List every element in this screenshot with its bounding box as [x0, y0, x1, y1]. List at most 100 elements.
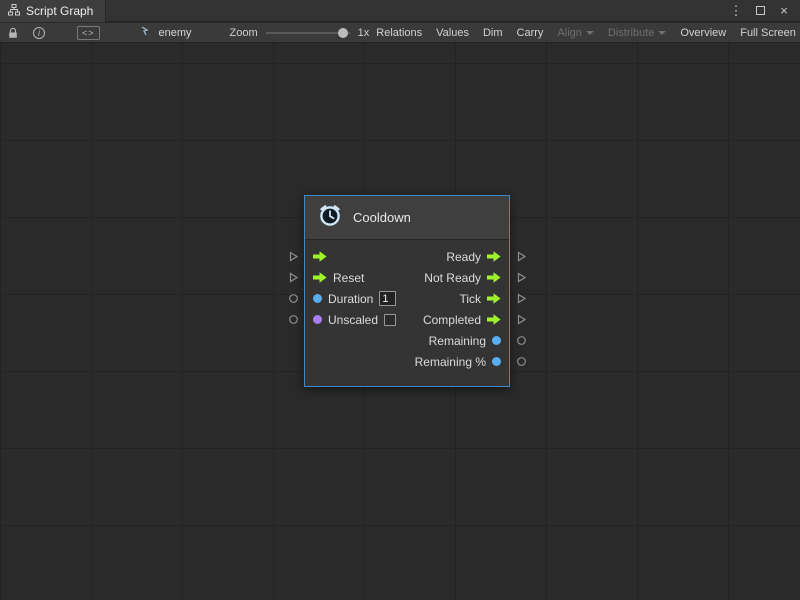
align-button[interactable]: Align	[550, 23, 600, 43]
port-label: Not Ready	[424, 271, 481, 285]
full-screen-button[interactable]: Full Screen	[733, 23, 800, 43]
inspect-source-icon[interactable]: <>	[70, 23, 107, 43]
remaining-output-port[interactable]: Remaining	[429, 334, 509, 348]
port-label: Remaining	[429, 334, 486, 348]
value-port-icon	[313, 294, 322, 303]
node-row: Unscaled Completed	[305, 309, 509, 330]
value-port-icon	[492, 357, 501, 366]
flow-arrow-icon	[313, 251, 327, 262]
node-row: Reset Not Ready	[305, 267, 509, 288]
values-button[interactable]: Values	[429, 23, 476, 43]
flow-arrow-icon	[487, 272, 501, 283]
graph-toolbar: i <> enemy Zoom 1x Relations Values Dim	[0, 23, 800, 43]
node-row: Remaining %	[305, 351, 509, 372]
maximize-icon[interactable]	[752, 3, 768, 19]
node-body: Ready Reset Not Ready	[305, 240, 509, 386]
triangle-port-icon	[516, 314, 527, 325]
flow-arrow-icon	[313, 272, 327, 283]
external-value-port[interactable]	[286, 288, 300, 309]
unscaled-input-port[interactable]: Unscaled	[305, 313, 396, 327]
ready-output-port[interactable]: Ready	[446, 250, 509, 264]
maximize-box-glyph	[756, 6, 765, 15]
external-value-port[interactable]	[514, 351, 528, 372]
node-header[interactable]: Cooldown	[305, 196, 509, 240]
port-label: Unscaled	[328, 313, 378, 327]
dropdown-caret-icon	[658, 31, 666, 35]
reset-input-port[interactable]: Reset	[305, 271, 364, 285]
port-label: Tick	[459, 292, 481, 306]
flow-arrow-icon	[487, 314, 501, 325]
zoom-slider-handle[interactable]	[338, 28, 348, 38]
zoom-control: Zoom 1x	[230, 27, 370, 39]
alarm-clock-icon	[317, 202, 343, 233]
graph-canvas[interactable]: Cooldown Ready Reset	[0, 43, 800, 600]
dropdown-caret-icon	[586, 31, 594, 35]
tab-title: Script Graph	[26, 4, 93, 18]
cooldown-node[interactable]: Cooldown Ready Reset	[304, 195, 510, 387]
circle-port-icon	[516, 356, 527, 367]
info-glyph: i	[33, 27, 45, 39]
carry-button[interactable]: Carry	[510, 23, 551, 43]
external-flow-port[interactable]	[514, 288, 528, 309]
external-flow-port[interactable]	[286, 246, 300, 267]
completed-output-port[interactable]: Completed	[423, 313, 509, 327]
dim-button[interactable]: Dim	[476, 23, 510, 43]
port-label: Reset	[333, 271, 364, 285]
align-label: Align	[557, 27, 581, 39]
close-icon[interactable]: ×	[776, 3, 792, 19]
script-graph-window: Script Graph ⋮ × i <> enemy	[0, 0, 800, 600]
unscaled-checkbox[interactable]	[384, 314, 396, 326]
tab-script-graph[interactable]: Script Graph	[0, 0, 106, 22]
lock-icon[interactable]	[0, 23, 26, 43]
tick-output-port[interactable]: Tick	[459, 292, 509, 306]
overview-button[interactable]: Overview	[673, 23, 733, 43]
external-flow-port[interactable]	[286, 267, 300, 288]
zoom-label: Zoom	[230, 27, 258, 39]
external-input-ports	[286, 246, 300, 330]
remaining-percent-output-port[interactable]: Remaining %	[415, 355, 509, 369]
triangle-port-icon	[516, 251, 527, 262]
value-port-icon	[492, 336, 501, 345]
port-label: Remaining %	[415, 355, 486, 369]
flow-arrow-icon	[487, 251, 501, 262]
distribute-button[interactable]: Distribute	[601, 23, 673, 43]
duration-field[interactable]	[379, 291, 396, 306]
relations-button[interactable]: Relations	[369, 23, 429, 43]
external-flow-port[interactable]	[514, 309, 528, 330]
port-label: Completed	[423, 313, 481, 327]
circle-port-icon	[516, 335, 527, 346]
circle-port-icon	[288, 314, 299, 325]
title-bar: Script Graph ⋮ ×	[0, 0, 800, 22]
toolbar-buttons: Relations Values Dim Carry Align Distrib…	[369, 23, 800, 43]
triangle-port-icon	[288, 251, 299, 262]
window-controls: ⋮ ×	[728, 0, 800, 21]
duration-input-port[interactable]: Duration	[305, 291, 396, 306]
node-row: Duration Tick	[305, 288, 509, 309]
graph-pointer-icon	[141, 26, 154, 40]
external-value-port[interactable]	[514, 330, 528, 351]
external-value-port[interactable]	[286, 309, 300, 330]
port-label: Ready	[446, 250, 481, 264]
node-title: Cooldown	[353, 210, 411, 225]
graph-breadcrumb[interactable]: enemy	[141, 26, 192, 40]
value-port-icon	[313, 315, 322, 324]
flow-input-port[interactable]	[305, 251, 327, 262]
triangle-port-icon	[516, 293, 527, 304]
external-flow-port[interactable]	[514, 246, 528, 267]
distribute-label: Distribute	[608, 27, 654, 39]
port-label: Duration	[328, 292, 373, 306]
graph-name-label: enemy	[159, 27, 192, 39]
flow-arrow-icon	[487, 293, 501, 304]
node-row: Remaining	[305, 330, 509, 351]
node-row: Ready	[305, 246, 509, 267]
window-menu-icon[interactable]: ⋮	[728, 3, 744, 19]
triangle-port-icon	[516, 272, 527, 283]
external-flow-port[interactable]	[514, 267, 528, 288]
triangle-port-icon	[288, 272, 299, 283]
info-icon[interactable]: i	[26, 23, 52, 43]
zoom-slider[interactable]	[266, 27, 350, 39]
code-glyph: <>	[77, 26, 100, 40]
zoom-value: 1x	[358, 27, 370, 39]
not-ready-output-port[interactable]: Not Ready	[424, 271, 509, 285]
script-graph-icon	[8, 4, 20, 19]
